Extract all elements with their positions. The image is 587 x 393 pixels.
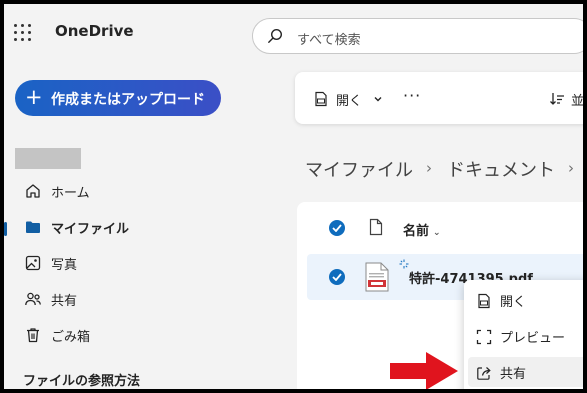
- menu-item-preview[interactable]: プレビュー: [464, 321, 583, 351]
- sidebar-item-shared[interactable]: 共有: [4, 284, 274, 314]
- annotation-arrow-icon: [390, 352, 458, 389]
- new-file-sparkle-icon: [399, 259, 409, 269]
- sidebar-item-label: 写真: [51, 258, 78, 273]
- menu-item-label: 開く: [500, 295, 527, 310]
- more-options-button[interactable]: ···: [403, 86, 421, 105]
- sidebar-item-home[interactable]: ホーム: [4, 176, 274, 206]
- sidebar-item-label: 共有: [51, 294, 78, 309]
- home-icon: [26, 184, 40, 198]
- sidebar-item-photos[interactable]: 写真: [4, 248, 274, 278]
- app-launcher-icon[interactable]: [14, 24, 32, 42]
- browse-files-by-heading: ファイルの参照方法: [23, 374, 141, 389]
- pdf-open-icon: [478, 293, 490, 309]
- checkmark-icon: [332, 224, 342, 232]
- preview-icon: [476, 329, 492, 345]
- trash-icon: [27, 328, 39, 343]
- pdf-file-icon: [365, 262, 389, 292]
- create-upload-label: 作成またはアップロード: [51, 92, 205, 108]
- sidebar-item-label: ごみ箱: [51, 330, 91, 345]
- sort-icon[interactable]: [549, 91, 565, 107]
- folder-icon: [26, 221, 40, 233]
- breadcrumb-documents[interactable]: ドキュメント: [447, 156, 555, 182]
- column-header-name[interactable]: 名前 ⌄: [403, 220, 441, 239]
- create-upload-button[interactable]: + 作成またはアップロード: [15, 80, 221, 116]
- breadcrumb-my-files[interactable]: マイファイル: [305, 156, 413, 182]
- column-header-name-label: 名前: [403, 224, 430, 239]
- select-all-checkbox[interactable]: [329, 220, 345, 236]
- checkmark-icon: [332, 273, 342, 281]
- app-title[interactable]: OneDrive: [55, 22, 134, 40]
- search-box[interactable]: すべて検索: [252, 18, 583, 54]
- sidebar-item-label: ホーム: [51, 186, 90, 201]
- open-label: 開く: [336, 94, 363, 109]
- row-checkbox[interactable]: [329, 269, 345, 285]
- plus-icon: +: [25, 85, 43, 109]
- redacted-account-block: [15, 148, 81, 169]
- menu-item-open[interactable]: 開く: [464, 285, 583, 315]
- sidebar-item-recycle-bin[interactable]: ごみ箱: [4, 320, 274, 350]
- share-icon: [477, 367, 491, 380]
- search-input[interactable]: すべて検索: [297, 29, 361, 48]
- command-bar: 開く ··· 並: [295, 72, 583, 124]
- search-icon: [268, 28, 283, 43]
- sidebar-item-label: マイファイル: [51, 222, 130, 237]
- file-type-icon: [369, 218, 383, 236]
- pdf-file-icon: [315, 91, 327, 107]
- chevron-down-icon: ⌄: [433, 228, 441, 238]
- breadcrumb-separator: ›: [426, 159, 432, 177]
- people-icon: [25, 292, 41, 306]
- photo-icon: [25, 255, 41, 271]
- onedrive-window: OneDrive すべて検索 + 作成またはアップロード ホーム マイファイル …: [4, 4, 583, 389]
- breadcrumb-separator: ›: [568, 159, 574, 177]
- context-menu: 開く プレビュー 共有: [464, 280, 583, 389]
- menu-item-share[interactable]: 共有: [468, 357, 583, 387]
- menu-item-label: 共有: [500, 367, 527, 382]
- sort-label[interactable]: 並: [571, 90, 583, 109]
- chevron-down-icon: [374, 97, 382, 102]
- sidebar-item-my-files[interactable]: マイファイル: [4, 212, 274, 242]
- menu-item-label: プレビュー: [500, 331, 566, 346]
